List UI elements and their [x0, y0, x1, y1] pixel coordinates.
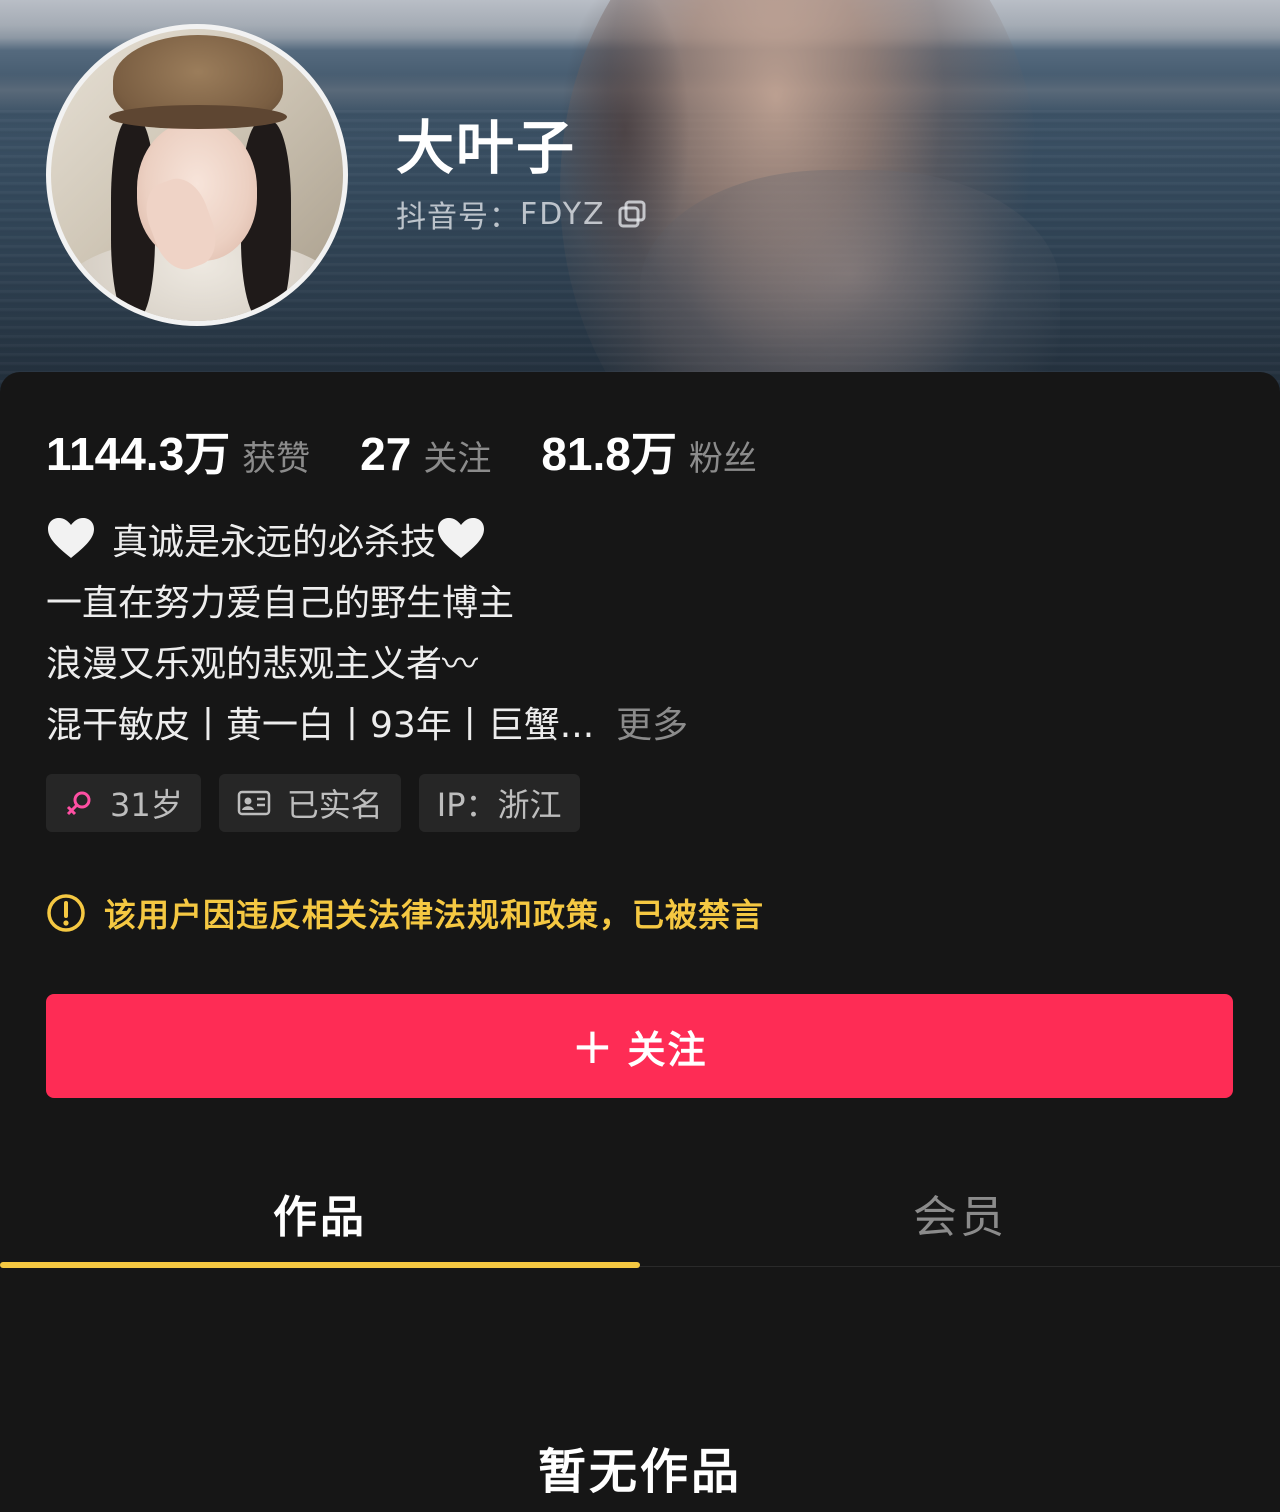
female-icon	[66, 791, 91, 816]
douyin-id-value: FDYZ	[520, 196, 606, 232]
bio-more-link[interactable]: 更多	[616, 705, 688, 746]
copy-icon[interactable]	[618, 200, 646, 228]
stat-likes[interactable]: 1144.3万 获赞	[46, 418, 310, 484]
tab-works[interactable]: 作品	[0, 1160, 640, 1268]
douyin-id: 抖音号： FDYZ	[396, 194, 646, 235]
stat-followers-label: 粉丝	[688, 439, 757, 479]
bio-line-4: 混干敏皮丨黄一白丨93年丨巨蟹... 更多	[46, 695, 1226, 756]
stat-following[interactable]: 27 关注	[360, 427, 491, 481]
stat-likes-value: 1144.3万	[46, 428, 231, 480]
tab-membership[interactable]: 会员	[640, 1160, 1280, 1266]
age-tag-label: 31岁	[110, 786, 183, 824]
plus-icon: +	[571, 1017, 616, 1075]
content-tabs: 作品 会员	[0, 1160, 1280, 1268]
ip-tag: IP：浙江	[418, 774, 580, 832]
stat-following-value: 27	[360, 428, 412, 480]
verified-tag: 已实名	[218, 774, 401, 832]
avatar[interactable]	[46, 24, 348, 326]
white-heart-icon	[48, 518, 94, 558]
follow-button[interactable]: + 关注	[46, 994, 1233, 1098]
bio-line-4-text: 混干敏皮丨黄一白丨93年丨巨蟹...	[46, 705, 595, 746]
tab-works-label: 作品	[273, 1192, 367, 1243]
tab-active-indicator	[0, 1262, 640, 1268]
id-card-icon	[237, 790, 270, 816]
ip-tag-label: IP：浙江	[436, 786, 562, 824]
bio-line-2: 一直在努力爱自己的野生博主	[46, 583, 515, 624]
exclamation-circle-icon	[47, 894, 85, 932]
empty-state-text: 暂无作品	[537, 1444, 742, 1500]
username: 大叶子	[396, 114, 577, 182]
verified-tag-label: 已实名	[286, 786, 383, 824]
follow-button-label: 关注	[627, 1027, 708, 1072]
stat-following-label: 关注	[423, 439, 492, 479]
ban-notice-text: 该用户因违反相关法律法规和政策，已被禁言	[104, 896, 765, 934]
douyin-id-label: 抖音号：	[396, 200, 520, 235]
age-tag: 31岁	[46, 774, 201, 832]
stat-followers-value: 81.8万	[541, 428, 677, 480]
bio-line-1: 真诚是永远的必杀技	[46, 512, 1226, 573]
stat-likes-label: 获赞	[242, 439, 311, 479]
bio-line-1-text: 真诚是永远的必杀技	[112, 522, 437, 563]
tab-membership-label: 会员	[913, 1192, 1007, 1243]
profile-tags: 31岁 已实名 IP：浙江	[46, 774, 598, 832]
ban-notice: 该用户因违反相关法律法规和政策，已被禁言	[46, 890, 764, 936]
bio: 真诚是永远的必杀技 一直在努力爱自己的野生博主 浪漫又乐观的悲观主义者〰 混干敏…	[46, 512, 1226, 756]
bio-line-3: 浪漫又乐观的悲观主义者〰	[46, 644, 479, 685]
white-heart-icon	[438, 518, 485, 558]
stat-followers[interactable]: 81.8万 粉丝	[541, 418, 757, 484]
profile-panel: 1144.3万 获赞 27 关注 81.8万 粉丝 真诚是永远的必杀技 一直在努…	[0, 372, 1280, 1512]
stats-row: 1144.3万 获赞 27 关注 81.8万 粉丝	[46, 418, 807, 481]
